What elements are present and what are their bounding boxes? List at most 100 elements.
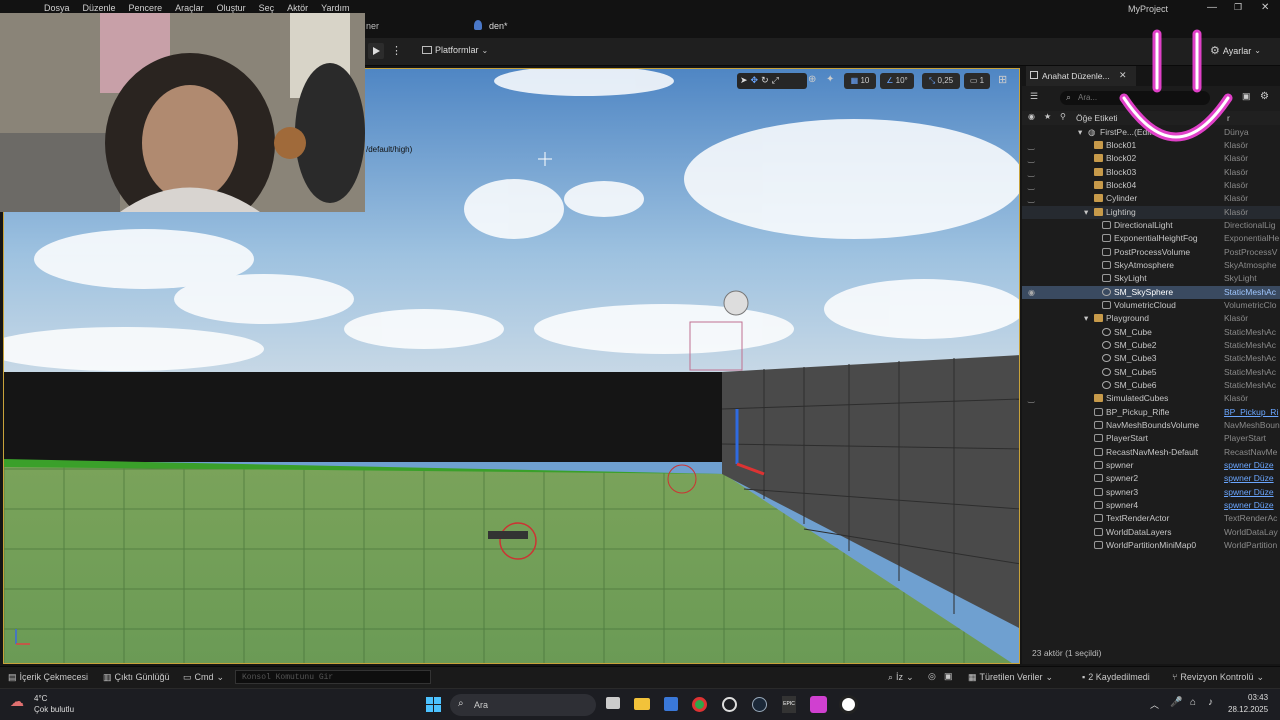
menu-item[interactable]: Oluştur xyxy=(217,3,259,13)
twitch-icon[interactable] xyxy=(810,696,827,713)
app-icon[interactable] xyxy=(722,697,737,712)
outliner-row[interactable]: SM_Cube2 StaticMeshAc xyxy=(1022,339,1280,352)
outliner-row[interactable]: spwner spwner Düze xyxy=(1022,459,1280,472)
outliner-row[interactable]: NavMeshBoundsVolume NavMeshBoun xyxy=(1022,419,1280,432)
clock-date[interactable]: 28.12.2025 xyxy=(1228,705,1268,714)
outliner-row[interactable]: SM_Cube StaticMeshAc xyxy=(1022,326,1280,339)
actor-type[interactable]: BP_Pickup_Ri xyxy=(1224,406,1280,419)
rotation-snap-button[interactable]: ∠ 10° xyxy=(880,73,914,89)
minimize-button[interactable]: — xyxy=(1207,2,1217,13)
outliner-row[interactable]: spwner4 spwner Düze xyxy=(1022,499,1280,512)
outliner-row[interactable]: spwner2 spwner Düze xyxy=(1022,472,1280,485)
cmd-dropdown[interactable]: ▭ Cmd ⌄ xyxy=(183,672,224,683)
volume-icon[interactable]: ♪ xyxy=(1208,697,1213,708)
folder-add-icon[interactable]: ▣ xyxy=(1242,91,1251,102)
more-options-icon[interactable]: ⋮ xyxy=(391,44,402,57)
task-view-icon[interactable] xyxy=(606,697,620,709)
outliner-row[interactable]: SM_Cube3 StaticMeshAc xyxy=(1022,352,1280,365)
rotate-tool-icon[interactable]: ↻ xyxy=(761,75,769,87)
outliner-row[interactable]: BP_Pickup_Rifle BP_Pickup_Ri xyxy=(1022,406,1280,419)
outliner-row[interactable]: PlayerStart PlayerStart xyxy=(1022,432,1280,445)
microphone-icon[interactable]: 🎤 xyxy=(1170,697,1182,708)
expand-arrow-icon[interactable]: ▾ xyxy=(1084,312,1088,325)
derived-data-button[interactable]: ▦ Türetilen Veriler ⌄ xyxy=(968,672,1053,683)
outliner-row[interactable]: WorldDataLayers WorldDataLay xyxy=(1022,526,1280,539)
console-input[interactable]: Konsol Komutunu Gir xyxy=(235,670,431,684)
actor-type[interactable]: spwner Düze xyxy=(1224,486,1280,499)
eye-closed-icon[interactable]: ‿ xyxy=(1028,139,1034,152)
outliner-row[interactable]: SkyLight SkyLight xyxy=(1022,272,1280,285)
eye-closed-icon[interactable]: ‿ xyxy=(1028,392,1034,405)
outliner-row[interactable]: ‿ SimulatedCubes Klasör xyxy=(1022,392,1280,405)
chrome-icon[interactable] xyxy=(692,697,707,712)
outliner-row[interactable]: RecastNavMesh-Default RecastNavMe xyxy=(1022,446,1280,459)
outliner-row[interactable]: SM_Cube6 StaticMeshAc xyxy=(1022,379,1280,392)
play-button[interactable] xyxy=(368,43,384,59)
outliner-row[interactable]: PostProcessVolume PostProcessV xyxy=(1022,246,1280,259)
outliner-row[interactable]: SM_Cube5 StaticMeshAc xyxy=(1022,366,1280,379)
eye-closed-icon[interactable]: ‿ xyxy=(1028,192,1034,205)
filter-icon[interactable]: ☰ xyxy=(1030,91,1038,102)
close-button[interactable]: ✕ xyxy=(1261,2,1269,13)
taskbar-search[interactable]: ⌕ Ara xyxy=(450,694,596,716)
record-icon[interactable]: ◎ xyxy=(928,671,936,682)
outliner-row[interactable]: spwner3 spwner Düze xyxy=(1022,486,1280,499)
outliner-row[interactable]: ‿ Cylinder Klasör xyxy=(1022,192,1280,205)
content-drawer-button[interactable]: ▤ İçerik Çekmecesi xyxy=(8,672,88,683)
tray-chevron-icon[interactable]: ︿ xyxy=(1150,698,1159,711)
outliner-row[interactable]: SkyAtmosphere SkyAtmosphe xyxy=(1022,259,1280,272)
unsaved-button[interactable]: ▪ 2 Kaydedilmedi xyxy=(1082,672,1150,682)
editor-tab[interactable]: ner xyxy=(366,21,379,31)
network-icon[interactable]: ⌂ xyxy=(1190,697,1196,708)
settings-gear-icon[interactable]: ⚙ xyxy=(1260,91,1269,102)
outliner-row[interactable]: ▾ Lighting Klasör xyxy=(1022,205,1280,219)
eye-open-icon[interactable]: ◉ xyxy=(1028,286,1035,299)
file-explorer-icon[interactable] xyxy=(634,698,650,710)
outliner-row[interactable]: ExponentialHeightFog ExponentialHe xyxy=(1022,232,1280,245)
outliner-row[interactable]: ◉ SM_SkySphere StaticMeshAc xyxy=(1022,285,1280,299)
outliner-row[interactable]: ‿ Block03 Klasör xyxy=(1022,166,1280,179)
level-tab[interactable]: den* xyxy=(489,21,508,31)
expand-arrow-icon[interactable]: ▾ xyxy=(1084,206,1088,219)
steam-icon[interactable] xyxy=(752,697,767,712)
actor-type[interactable]: spwner Düze xyxy=(1224,472,1280,485)
camera-speed-button[interactable]: ▭ 1 xyxy=(964,73,990,89)
outliner-row[interactable]: ‿ Block04 Klasör xyxy=(1022,179,1280,192)
surface-snap-icon[interactable]: ✦ xyxy=(826,74,834,85)
outliner-row[interactable]: TextRenderActor TextRenderAc xyxy=(1022,512,1280,525)
world-local-icon[interactable]: ⊕ xyxy=(808,74,816,85)
clock-time[interactable]: 03:43 xyxy=(1248,693,1268,702)
outliner-row[interactable]: WorldPartitionMiniMap0 WorldPartition xyxy=(1022,539,1280,552)
eye-closed-icon[interactable]: ‿ xyxy=(1028,152,1034,165)
outliner-row[interactable]: DirectionalLight DirectionalLig xyxy=(1022,219,1280,232)
screenshot-icon[interactable]: ▣ xyxy=(944,671,953,682)
maximize-viewport-icon[interactable]: ⊞ xyxy=(998,73,1007,86)
platforms-button[interactable]: Platformlar ⌄ xyxy=(422,45,488,55)
grid-snap-button[interactable]: ▦ 10 xyxy=(844,73,876,89)
menu-item[interactable]: Araçlar xyxy=(175,3,217,13)
actor-type[interactable]: spwner Düze xyxy=(1224,499,1280,512)
scale-tool-icon[interactable]: ⤢ xyxy=(772,75,779,87)
menu-item[interactable]: Aktör xyxy=(287,3,321,13)
revision-control-button[interactable]: ⑂ Revizyon Kontrolü ⌄ xyxy=(1172,672,1264,683)
trace-button[interactable]: ⌕ İz ⌄ xyxy=(888,672,914,683)
weather-widget[interactable]: ☁ xyxy=(10,693,32,713)
menu-item[interactable]: Seç xyxy=(259,3,288,13)
menu-item[interactable]: Düzenle xyxy=(83,3,129,13)
epic-games-icon[interactable]: EPIC xyxy=(782,696,796,713)
move-tool-icon[interactable]: ✥ xyxy=(751,75,759,87)
output-log-button[interactable]: ▥ Çıktı Günlüğü xyxy=(103,672,170,683)
actor-type[interactable]: spwner Düze xyxy=(1224,459,1280,472)
menu-item[interactable]: Dosya xyxy=(44,3,83,13)
eye-closed-icon[interactable]: ‿ xyxy=(1028,166,1034,179)
unreal-engine-icon[interactable] xyxy=(839,695,858,714)
eye-closed-icon[interactable]: ‿ xyxy=(1028,179,1034,192)
scale-snap-button[interactable]: ⤡ 0,25 xyxy=(922,73,960,89)
store-icon[interactable] xyxy=(664,697,678,711)
outliner-row[interactable]: ▾ Playground Klasör xyxy=(1022,312,1280,325)
select-tool-icon[interactable]: ➤ xyxy=(740,75,748,87)
menu-item[interactable]: Yardım xyxy=(321,3,362,13)
start-button[interactable] xyxy=(426,697,441,712)
maximize-button[interactable]: ❐ xyxy=(1234,2,1242,13)
outliner-row[interactable]: VolumetricCloud VolumetricClo xyxy=(1022,299,1280,312)
